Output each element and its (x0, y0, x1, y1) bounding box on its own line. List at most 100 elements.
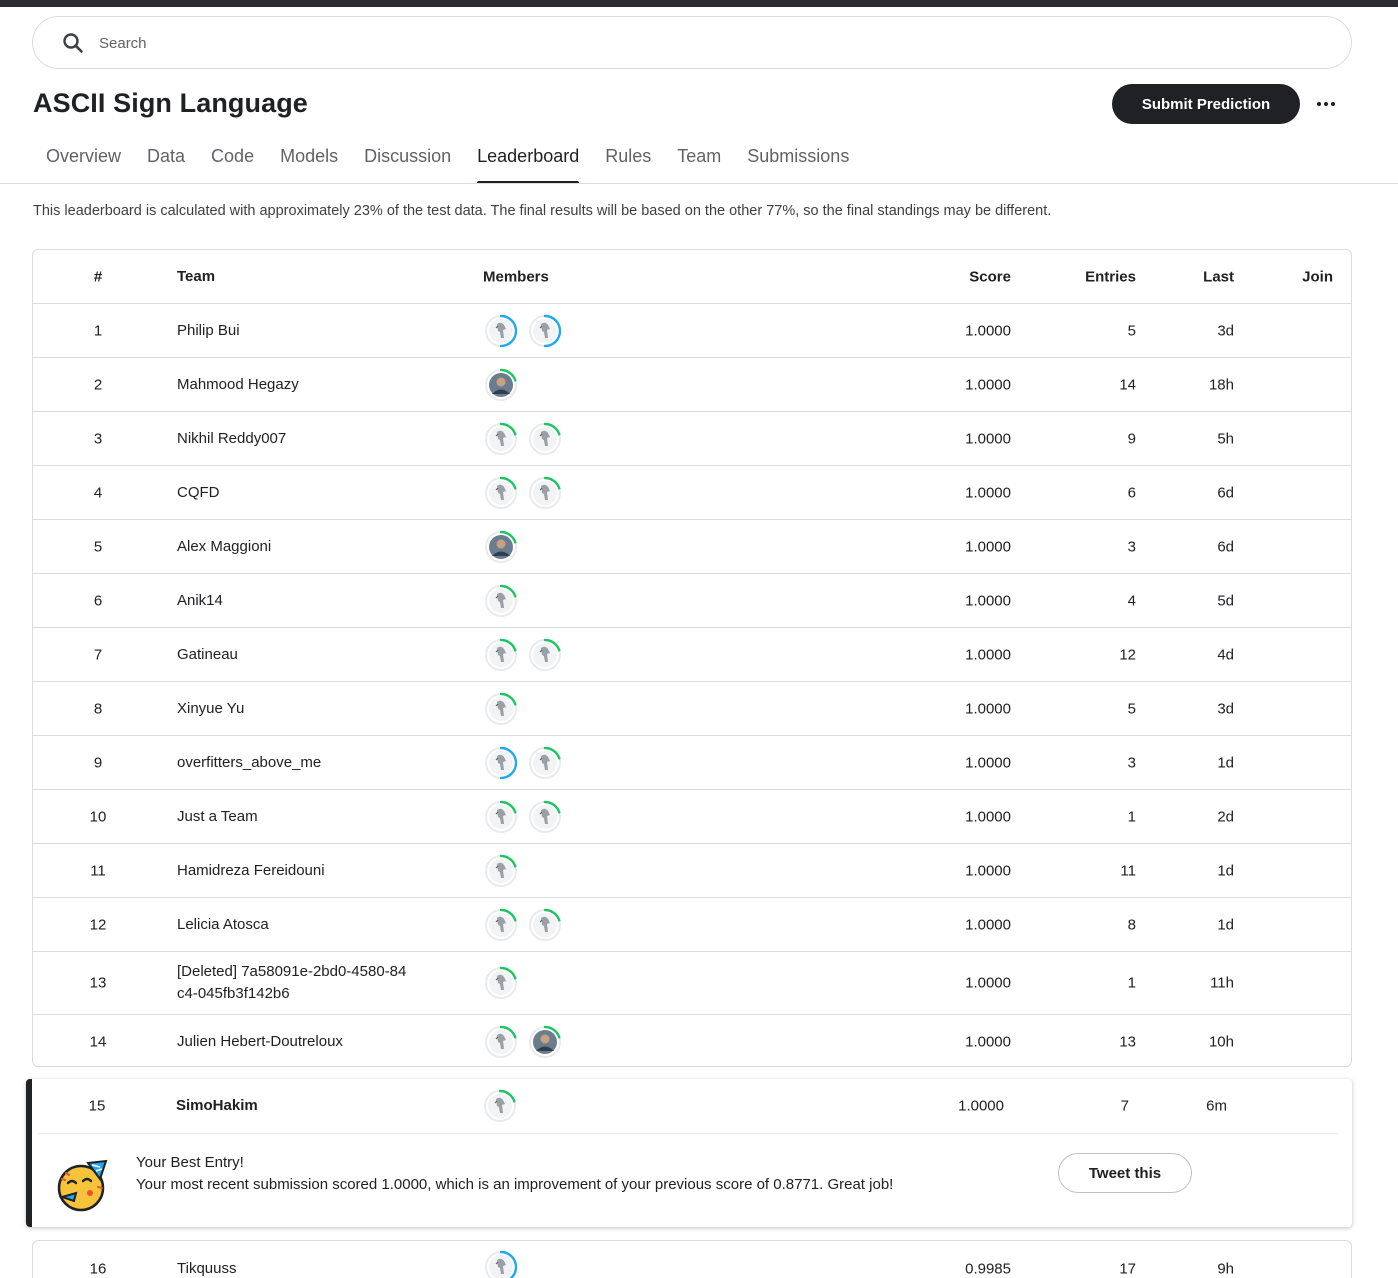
member-avatar[interactable] (483, 637, 519, 673)
team-name[interactable]: Julien Hebert-Doutreloux (177, 1031, 467, 1053)
col-team-header[interactable]: Team (177, 266, 467, 288)
member-avatar[interactable] (483, 745, 519, 781)
score-cell: 1.0000 (965, 322, 1011, 339)
member-avatar[interactable] (483, 799, 519, 835)
team-name[interactable]: Alex Maggioni (177, 536, 467, 558)
team-name[interactable]: Tikquuss (177, 1258, 467, 1278)
member-avatar[interactable] (483, 965, 519, 1001)
col-score-header[interactable]: Score (913, 268, 1011, 285)
tab-discussion[interactable]: Discussion (351, 140, 464, 184)
my-entry-row[interactable]: 15 SimoHakim 1.0000 7 6m (32, 1079, 1352, 1133)
team-name[interactable]: overfitters_above_me (177, 752, 467, 774)
col-members-header: Members (483, 268, 549, 285)
table-row[interactable]: 3 Nikhil Reddy007 1.0000 9 5h (33, 412, 1351, 466)
score-cell: 1.0000 (965, 754, 1011, 771)
table-row[interactable]: 2 Mahmood Hegazy 1.0000 14 18h (33, 358, 1351, 412)
team-name[interactable]: [Deleted] 7a58091e-2bd0-4580-84 c4-045fb3… (177, 961, 467, 1005)
member-avatar[interactable] (483, 853, 519, 889)
team-name[interactable]: Mahmood Hegazy (177, 374, 467, 396)
table-row[interactable]: 11 Hamidreza Fereidouni 1.0000 11 1d (33, 844, 1351, 898)
party-face-icon (57, 1159, 108, 1212)
team-name[interactable]: Hamidreza Fereidouni (177, 860, 467, 882)
search-bar[interactable] (32, 16, 1352, 69)
tab-overview[interactable]: Overview (33, 140, 134, 184)
score-cell: 1.0000 (965, 376, 1011, 393)
table-row[interactable]: 13 [Deleted] 7a58091e-2bd0-4580-84 c4-045f… (33, 952, 1351, 1015)
table-row[interactable]: 7 Gatineau 1.0000 12 4d (33, 628, 1351, 682)
more-horizontal-icon[interactable] (1310, 90, 1342, 118)
members-cell (483, 965, 519, 1001)
entries-cell: 13 (1119, 1033, 1136, 1051)
tab-data[interactable]: Data (134, 140, 198, 184)
table-row[interactable]: 8 Xinyue Yu 1.0000 5 3d (33, 682, 1351, 736)
member-avatar[interactable] (483, 583, 519, 619)
team-name[interactable]: Just a Team (177, 806, 467, 828)
score-cell: 1.0000 (965, 808, 1011, 825)
col-entries-header[interactable]: Entries (1053, 268, 1136, 285)
table-row[interactable]: 4 CQFD 1.0000 6 6d (33, 466, 1351, 520)
last-cell: 3d (1217, 700, 1234, 717)
member-avatar[interactable] (483, 529, 519, 565)
entries-cell: 3 (1127, 754, 1136, 771)
rank-cell: 16 (89, 1260, 107, 1278)
member-avatar[interactable] (483, 367, 519, 403)
member-avatar[interactable] (483, 475, 519, 511)
tab-rules[interactable]: Rules (592, 140, 664, 184)
member-avatar[interactable] (482, 1088, 518, 1124)
col-last-header[interactable]: Last (1173, 268, 1234, 285)
team-name[interactable]: Xinyue Yu (177, 698, 467, 720)
member-avatar[interactable] (527, 799, 563, 835)
member-avatar[interactable] (483, 691, 519, 727)
table-row[interactable]: 12 Lelicia Atosca 1.0000 8 1d (33, 898, 1351, 952)
team-name[interactable]: Anik14 (177, 590, 467, 612)
col-rank-header[interactable]: # (73, 268, 123, 285)
tab-models[interactable]: Models (267, 140, 351, 184)
tab-leaderboard[interactable]: Leaderboard (464, 140, 592, 184)
tab-code[interactable]: Code (198, 140, 267, 184)
member-avatar[interactable] (527, 475, 563, 511)
members-cell (483, 745, 563, 781)
leaderboard-table-continued: 16 Tikquuss 0.9985 17 9h (32, 1240, 1352, 1278)
tab-submissions[interactable]: Submissions (734, 140, 862, 184)
table-row[interactable]: 5 Alex Maggioni 1.0000 3 6d (33, 520, 1351, 574)
member-avatar[interactable] (527, 313, 563, 349)
member-avatar[interactable] (527, 1024, 563, 1060)
team-name[interactable]: Nikhil Reddy007 (177, 428, 467, 450)
team-name[interactable]: SimoHakim (176, 1095, 466, 1117)
member-avatar[interactable] (527, 745, 563, 781)
search-input[interactable] (99, 29, 1299, 57)
member-avatar[interactable] (527, 637, 563, 673)
score-cell: 1.0000 (965, 700, 1011, 717)
tweet-button[interactable]: Tweet this (1058, 1153, 1192, 1193)
table-row[interactable]: 6 Anik14 1.0000 4 5d (33, 574, 1351, 628)
entries-cell: 1 (1127, 974, 1136, 992)
table-row[interactable]: 9 overfitters_above_me 1.0000 3 1d (33, 736, 1351, 790)
member-avatar[interactable] (527, 907, 563, 943)
submit-prediction-button[interactable]: Submit Prediction (1112, 84, 1300, 124)
team-name[interactable]: Philip Bui (177, 320, 467, 342)
col-join-header: Join (1302, 268, 1333, 285)
member-avatar[interactable] (483, 907, 519, 943)
rank-cell: 11 (90, 862, 106, 879)
team-name[interactable]: CQFD (177, 482, 467, 504)
score-cell: 1.0000 (965, 646, 1011, 663)
last-cell: 6d (1217, 484, 1234, 501)
members-cell (483, 421, 563, 457)
divider (38, 1133, 1338, 1134)
member-avatar[interactable] (527, 421, 563, 457)
team-name[interactable]: Lelicia Atosca (177, 914, 467, 936)
table-row[interactable]: 16 Tikquuss 0.9985 17 9h (33, 1241, 1351, 1278)
members-cell (483, 853, 519, 889)
last-cell: 1d (1217, 916, 1234, 933)
table-row[interactable]: 10 Just a Team 1.0000 1 2d (33, 790, 1351, 844)
team-name[interactable]: Gatineau (177, 644, 467, 666)
last-cell: 6m (1206, 1097, 1227, 1115)
member-avatar[interactable] (483, 1249, 519, 1278)
leaderboard-table: # Team Members Score Entries Last Join 1… (32, 249, 1352, 1067)
member-avatar[interactable] (483, 313, 519, 349)
member-avatar[interactable] (483, 421, 519, 457)
member-avatar[interactable] (483, 1024, 519, 1060)
table-row[interactable]: 1 Philip Bui 1.0000 5 3d (33, 304, 1351, 358)
tab-team[interactable]: Team (664, 140, 734, 184)
table-row[interactable]: 14 Julien Hebert-Doutreloux 1.0000 13 10h (33, 1015, 1351, 1066)
